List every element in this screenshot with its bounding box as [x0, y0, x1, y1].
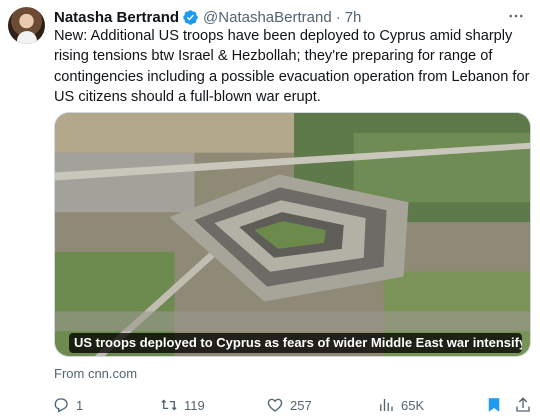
separator-dot: ·: [335, 8, 341, 26]
avatar[interactable]: [8, 7, 45, 44]
author-name[interactable]: Natasha Bertrand: [54, 9, 179, 26]
reply-button[interactable]: 1: [52, 395, 83, 415]
more-icon[interactable]: [506, 6, 526, 26]
heart-icon: [267, 398, 283, 412]
retweet-icon: [161, 399, 177, 411]
view-count: 65K: [401, 397, 425, 413]
retweet-count: 119: [184, 397, 205, 413]
pentagon-aerial-photo: [55, 113, 530, 356]
bookmark-button[interactable]: [485, 395, 503, 415]
link-source[interactable]: From cnn.com: [54, 366, 137, 381]
tweet-timestamp[interactable]: 7h: [345, 9, 362, 26]
share-button[interactable]: [514, 395, 532, 415]
like-count: 257: [290, 397, 312, 413]
views-icon: [380, 399, 393, 411]
verified-badge-icon: [182, 9, 199, 26]
reply-count: 1: [76, 397, 84, 413]
link-card-media[interactable]: US troops deployed to Cyprus as fears of…: [54, 112, 531, 357]
tweet-text: New: Additional US troops have been depl…: [54, 28, 530, 106]
share-icon: [516, 397, 530, 412]
reply-icon: [54, 398, 68, 413]
tweet-card[interactable]: Natasha Bertrand @NatashaBertrand · 7h N…: [0, 0, 540, 419]
views-button[interactable]: 65K: [377, 395, 424, 415]
media-caption: US troops deployed to Cyprus as fears of…: [69, 333, 522, 353]
like-button[interactable]: 257: [266, 395, 312, 415]
bookmark-icon: [488, 398, 500, 412]
retweet-button[interactable]: 119: [160, 395, 205, 415]
author-handle[interactable]: @NatashaBertrand: [203, 9, 332, 26]
tweet-header: Natasha Bertrand @NatashaBertrand · 7h: [54, 7, 361, 27]
action-bar: 1 119 257 65K: [0, 395, 540, 415]
